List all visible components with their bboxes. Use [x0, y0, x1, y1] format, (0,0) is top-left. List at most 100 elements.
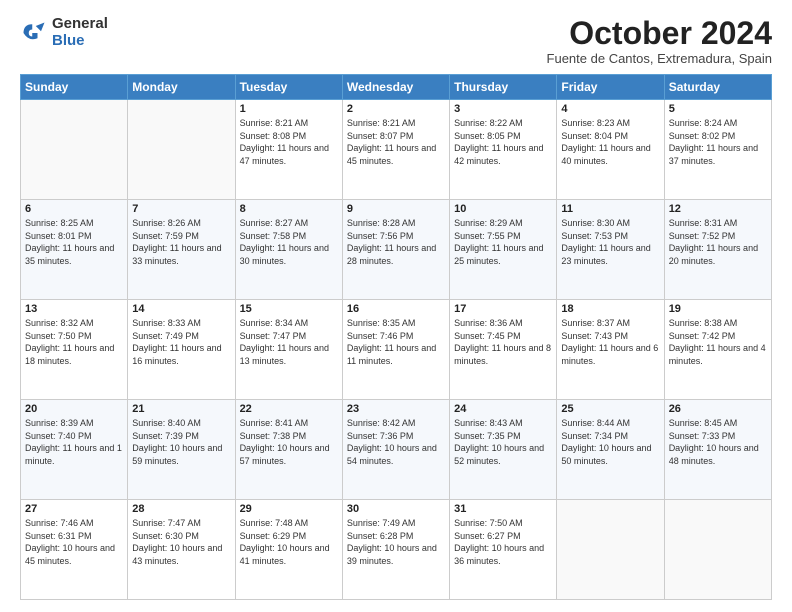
- day-info: Sunrise: 8:40 AM Sunset: 7:39 PM Dayligh…: [132, 417, 230, 467]
- month-title: October 2024: [547, 16, 772, 51]
- day-info: Sunrise: 8:30 AM Sunset: 7:53 PM Dayligh…: [561, 217, 659, 267]
- day-info: Sunrise: 8:23 AM Sunset: 8:04 PM Dayligh…: [561, 117, 659, 167]
- day-info: Sunrise: 7:48 AM Sunset: 6:29 PM Dayligh…: [240, 517, 338, 567]
- day-number: 10: [454, 203, 552, 215]
- calendar-cell: 12 Sunrise: 8:31 AM Sunset: 7:52 PM Dayli…: [664, 200, 771, 300]
- calendar-cell: [664, 500, 771, 600]
- day-number: 14: [132, 303, 230, 315]
- weekday-header-monday: Monday: [128, 75, 235, 100]
- day-number: 29: [240, 503, 338, 515]
- day-number: 5: [669, 103, 767, 115]
- day-number: 18: [561, 303, 659, 315]
- calendar-cell: 26 Sunrise: 8:45 AM Sunset: 7:33 PM Dayli…: [664, 400, 771, 500]
- day-info: Sunrise: 7:46 AM Sunset: 6:31 PM Dayligh…: [25, 517, 123, 567]
- calendar-cell: 3 Sunrise: 8:22 AM Sunset: 8:05 PM Daylig…: [450, 100, 557, 200]
- weekday-header-saturday: Saturday: [664, 75, 771, 100]
- day-info: Sunrise: 8:24 AM Sunset: 8:02 PM Dayligh…: [669, 117, 767, 167]
- day-number: 8: [240, 203, 338, 215]
- day-number: 27: [25, 503, 123, 515]
- calendar-cell: 16Sunrise: 8:35 AM Sunset: 7:46 PM Dayli…: [342, 300, 449, 400]
- calendar-cell: 11 Sunrise: 8:30 AM Sunset: 7:53 PM Dayli…: [557, 200, 664, 300]
- calendar-cell: 23Sunrise: 8:42 AM Sunset: 7:36 PM Dayli…: [342, 400, 449, 500]
- calendar-cell: 15 Sunrise: 8:34 AM Sunset: 7:47 PM Dayli…: [235, 300, 342, 400]
- page: General Blue October 2024 Fuente de Cant…: [0, 0, 792, 612]
- calendar-week-row: 1Sunrise: 8:21 AM Sunset: 8:08 PM Daylig…: [21, 100, 772, 200]
- day-info: Sunrise: 8:29 AM Sunset: 7:55 PM Dayligh…: [454, 217, 552, 267]
- calendar-week-row: 6 Sunrise: 8:25 AM Sunset: 8:01 PM Daylig…: [21, 200, 772, 300]
- weekday-header-sunday: Sunday: [21, 75, 128, 100]
- day-number: 3: [454, 103, 552, 115]
- calendar-cell: 9 Sunrise: 8:28 AM Sunset: 7:56 PM Daylig…: [342, 200, 449, 300]
- day-info: Sunrise: 8:45 AM Sunset: 7:33 PM Dayligh…: [669, 417, 767, 467]
- day-number: 20: [25, 403, 123, 415]
- day-info: Sunrise: 8:41 AM Sunset: 7:38 PM Dayligh…: [240, 417, 338, 467]
- calendar-week-row: 20Sunrise: 8:39 AM Sunset: 7:40 PM Dayli…: [21, 400, 772, 500]
- day-info: Sunrise: 8:32 AM Sunset: 7:50 PM Dayligh…: [25, 317, 123, 367]
- day-info: Sunrise: 8:25 AM Sunset: 8:01 PM Dayligh…: [25, 217, 123, 267]
- day-info: Sunrise: 8:34 AM Sunset: 7:47 PM Dayligh…: [240, 317, 338, 367]
- day-info: Sunrise: 8:33 AM Sunset: 7:49 PM Dayligh…: [132, 317, 230, 367]
- calendar-cell: 19Sunrise: 8:38 AM Sunset: 7:42 PM Dayli…: [664, 300, 771, 400]
- calendar-cell: [128, 100, 235, 200]
- calendar-cell: 29 Sunrise: 7:48 AM Sunset: 6:29 PM Dayli…: [235, 500, 342, 600]
- logo-blue: Blue: [52, 33, 108, 50]
- day-info: Sunrise: 8:44 AM Sunset: 7:34 PM Dayligh…: [561, 417, 659, 467]
- calendar-cell: [557, 500, 664, 600]
- day-number: 31: [454, 503, 552, 515]
- day-info: Sunrise: 8:37 AM Sunset: 7:43 PM Dayligh…: [561, 317, 659, 367]
- calendar-cell: 20Sunrise: 8:39 AM Sunset: 7:40 PM Dayli…: [21, 400, 128, 500]
- day-number: 16: [347, 303, 445, 315]
- calendar-cell: 22Sunrise: 8:41 AM Sunset: 7:38 PM Dayli…: [235, 400, 342, 500]
- day-info: Sunrise: 8:22 AM Sunset: 8:05 PM Dayligh…: [454, 117, 552, 167]
- day-number: 15: [240, 303, 338, 315]
- calendar-cell: 28 Sunrise: 7:47 AM Sunset: 6:30 PM Dayli…: [128, 500, 235, 600]
- calendar-cell: 21Sunrise: 8:40 AM Sunset: 7:39 PM Dayli…: [128, 400, 235, 500]
- title-block: October 2024 Fuente de Cantos, Extremadu…: [547, 16, 772, 66]
- calendar-cell: 7 Sunrise: 8:26 AM Sunset: 7:59 PM Daylig…: [128, 200, 235, 300]
- day-info: Sunrise: 8:36 AM Sunset: 7:45 PM Dayligh…: [454, 317, 552, 367]
- day-number: 9: [347, 203, 445, 215]
- calendar-cell: 1Sunrise: 8:21 AM Sunset: 8:08 PM Daylig…: [235, 100, 342, 200]
- calendar-cell: 24 Sunrise: 8:43 AM Sunset: 7:35 PM Dayli…: [450, 400, 557, 500]
- calendar-cell: 13 Sunrise: 8:32 AM Sunset: 7:50 PM Dayli…: [21, 300, 128, 400]
- calendar-cell: [21, 100, 128, 200]
- weekday-header-tuesday: Tuesday: [235, 75, 342, 100]
- calendar-week-row: 13 Sunrise: 8:32 AM Sunset: 7:50 PM Dayli…: [21, 300, 772, 400]
- day-number: 11: [561, 203, 659, 215]
- day-info: Sunrise: 8:31 AM Sunset: 7:52 PM Dayligh…: [669, 217, 767, 267]
- day-info: Sunrise: 8:42 AM Sunset: 7:36 PM Dayligh…: [347, 417, 445, 467]
- calendar-cell: 2 Sunrise: 8:21 AM Sunset: 8:07 PM Daylig…: [342, 100, 449, 200]
- day-info: Sunrise: 8:43 AM Sunset: 7:35 PM Dayligh…: [454, 417, 552, 467]
- day-info: Sunrise: 8:27 AM Sunset: 7:58 PM Dayligh…: [240, 217, 338, 267]
- day-info: Sunrise: 8:21 AM Sunset: 8:08 PM Dayligh…: [240, 117, 338, 167]
- calendar-cell: 27 Sunrise: 7:46 AM Sunset: 6:31 PM Dayli…: [21, 500, 128, 600]
- day-info: Sunrise: 8:21 AM Sunset: 8:07 PM Dayligh…: [347, 117, 445, 167]
- calendar-cell: 6 Sunrise: 8:25 AM Sunset: 8:01 PM Daylig…: [21, 200, 128, 300]
- calendar-cell: 14 Sunrise: 8:33 AM Sunset: 7:49 PM Dayli…: [128, 300, 235, 400]
- day-number: 13: [25, 303, 123, 315]
- calendar-cell: 8 Sunrise: 8:27 AM Sunset: 7:58 PM Daylig…: [235, 200, 342, 300]
- day-info: Sunrise: 8:26 AM Sunset: 7:59 PM Dayligh…: [132, 217, 230, 267]
- header: General Blue October 2024 Fuente de Cant…: [20, 16, 772, 66]
- day-number: 7: [132, 203, 230, 215]
- weekday-header-friday: Friday: [557, 75, 664, 100]
- location-subtitle: Fuente de Cantos, Extremadura, Spain: [547, 51, 772, 66]
- day-number: 26: [669, 403, 767, 415]
- calendar-cell: 5 Sunrise: 8:24 AM Sunset: 8:02 PM Daylig…: [664, 100, 771, 200]
- day-number: 28: [132, 503, 230, 515]
- day-info: Sunrise: 7:50 AM Sunset: 6:27 PM Dayligh…: [454, 517, 552, 567]
- day-number: 4: [561, 103, 659, 115]
- logo-icon: [20, 19, 48, 47]
- day-number: 24: [454, 403, 552, 415]
- logo-general: General: [52, 16, 108, 33]
- day-info: Sunrise: 7:49 AM Sunset: 6:28 PM Dayligh…: [347, 517, 445, 567]
- calendar-cell: 25Sunrise: 8:44 AM Sunset: 7:34 PM Dayli…: [557, 400, 664, 500]
- calendar-cell: 17Sunrise: 8:36 AM Sunset: 7:45 PM Dayli…: [450, 300, 557, 400]
- day-number: 6: [25, 203, 123, 215]
- day-info: Sunrise: 7:47 AM Sunset: 6:30 PM Dayligh…: [132, 517, 230, 567]
- day-info: Sunrise: 8:28 AM Sunset: 7:56 PM Dayligh…: [347, 217, 445, 267]
- calendar-cell: 31 Sunrise: 7:50 AM Sunset: 6:27 PM Dayli…: [450, 500, 557, 600]
- day-number: 30: [347, 503, 445, 515]
- day-number: 2: [347, 103, 445, 115]
- day-number: 12: [669, 203, 767, 215]
